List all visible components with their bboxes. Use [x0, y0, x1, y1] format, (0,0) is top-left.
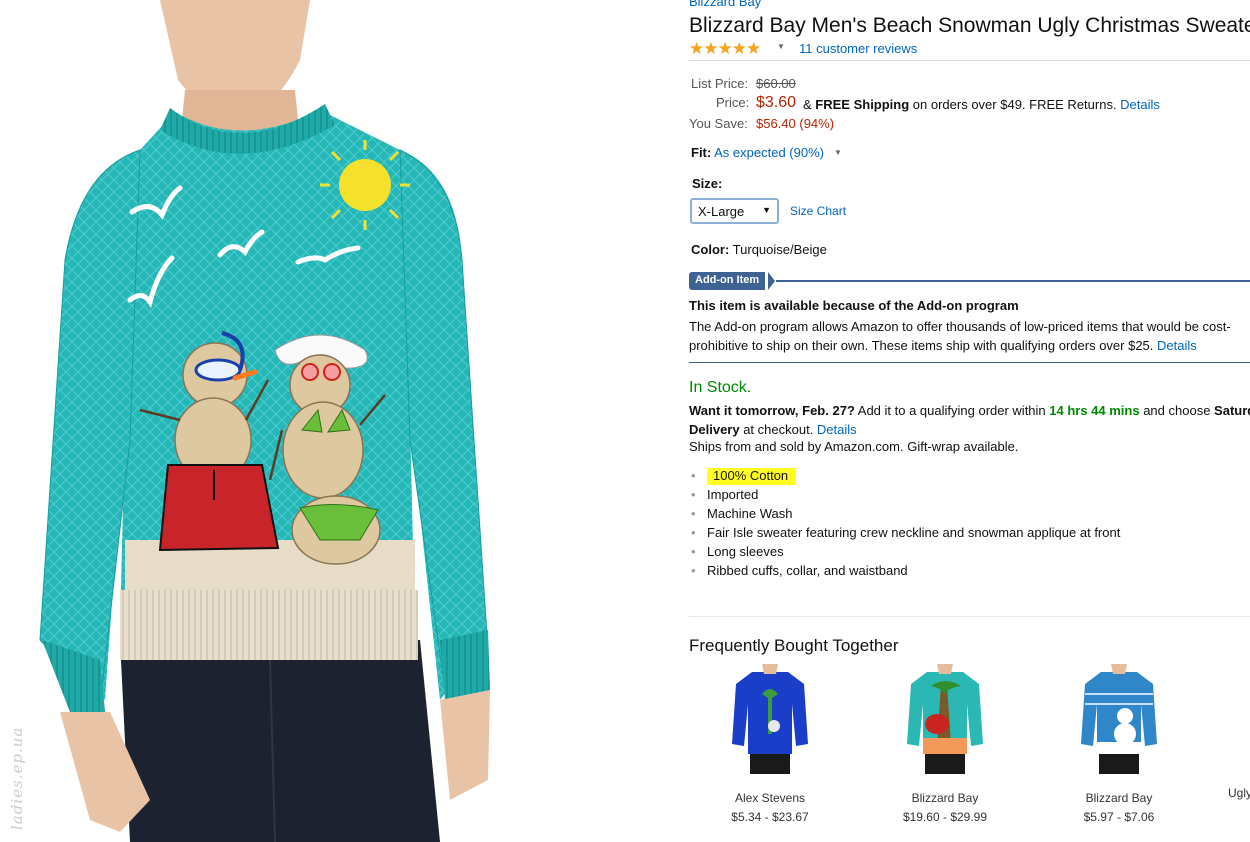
feature-item: Fair Isle sweater featuring crew necklin… [689, 523, 1120, 542]
addon-title: This item is available because of the Ad… [689, 298, 1019, 313]
feature-item: Long sleeves [689, 542, 1120, 561]
fbt-item-price: $5.97 - $7.06 [1083, 810, 1155, 824]
fbt-item-image[interactable] [732, 664, 808, 776]
shipping-details-link[interactable]: Details [1120, 97, 1160, 112]
you-save-value: $56.40 (94%) [756, 116, 835, 131]
fbt-item-price: $19.60 - $29.99 [902, 810, 988, 824]
fbt-item-image[interactable] [907, 664, 983, 776]
delivery-details-link[interactable]: Details [817, 422, 857, 437]
shipping-prefix: & [803, 97, 816, 112]
feature-item: Machine Wash [689, 504, 1120, 523]
fbt-item[interactable]: Blizzard Bay $19.60 - $29.99 [875, 664, 1015, 824]
fbt-item[interactable]: Alex Stevens $5.34 - $23.67 [700, 664, 840, 824]
delivery-info: Want it tomorrow, Feb. 27? Add it to a q… [689, 401, 1250, 439]
price-label: Price: [716, 95, 750, 110]
product-main-image[interactable]: ladies.ep.ua [0, 0, 500, 842]
addon-divider [776, 280, 1250, 282]
you-save-label: You Save: [689, 116, 748, 131]
fbt-title: Frequently Bought Together [689, 636, 899, 655]
addon-description: The Add-on program allows Amazon to offe… [689, 317, 1250, 355]
free-shipping-text: FREE Shipping [815, 97, 910, 112]
feature-item-highlighted: 100% Cotton [707, 468, 797, 485]
stock-status: In Stock. [689, 379, 752, 396]
divider [689, 616, 1250, 617]
delivery-checkout-text: at checkout. [739, 422, 817, 437]
fbt-item-name[interactable]: Ugly [1228, 786, 1250, 800]
addon-text: The Add-on program allows Amazon to offe… [689, 319, 1231, 353]
fbt-item-price: $5.34 - $23.67 [731, 810, 809, 824]
size-selected-value: X-Large [698, 204, 745, 219]
addon-details-link[interactable]: Details [1157, 338, 1197, 353]
chevron-down-icon[interactable]: ▼ [834, 148, 842, 157]
fbt-item[interactable]: Blizzard Bay $5.97 - $7.06 [1049, 664, 1189, 824]
product-title: Blizzard Bay Men's Beach Snowman Ugly Ch… [689, 14, 1250, 37]
fbt-item-name[interactable]: Blizzard Bay [1049, 791, 1189, 805]
feature-bullets: 100% Cotton Imported Machine Wash Fair I… [689, 466, 1120, 580]
fbt-item-name[interactable]: Alex Stevens [700, 791, 840, 805]
customer-reviews-link[interactable]: 11 customer reviews [799, 41, 917, 56]
size-label: Size: [692, 176, 723, 191]
shipping-info: & FREE Shipping on orders over $49. FREE… [803, 97, 1160, 112]
feature-item: Imported [689, 485, 1120, 504]
delivery-text: Add it to a qualifying order within [854, 403, 1050, 418]
feature-item: Ribbed cuffs, collar, and waistband [689, 561, 1120, 580]
fbt-item-name[interactable]: Blizzard Bay [875, 791, 1015, 805]
fit-row: Fit: As expected (90%) [691, 145, 824, 160]
addon-badge-arrow [768, 272, 775, 290]
chevron-down-icon: ▼ [762, 205, 771, 215]
delivery-date: Want it tomorrow, Feb. 27? [689, 403, 855, 418]
fbt-item-image[interactable] [1081, 664, 1157, 776]
size-chart-link[interactable]: Size Chart [790, 204, 846, 218]
color-row: Color: Turquoise/Beige [691, 242, 827, 257]
divider [689, 60, 1250, 61]
addon-divider-bottom [689, 362, 1250, 363]
list-price-value: $60.00 [756, 76, 796, 91]
watermark-text: ladies.ep.ua [8, 726, 26, 830]
size-select[interactable]: X-Large ▼ [690, 198, 779, 224]
fit-link[interactable]: As expected (90%) [714, 145, 824, 160]
price-value: $3.60 [756, 94, 797, 111]
color-label: Color: [691, 242, 730, 257]
feature-item: 100% Cotton [689, 466, 1120, 485]
brand-link[interactable]: Blizzard Bay [689, 0, 761, 9]
shipping-suffix: on orders over $49. FREE Returns. [909, 97, 1121, 112]
fit-label: Fit: [691, 145, 712, 160]
delivery-choose-text: and choose [1139, 403, 1215, 418]
addon-badge: Add-on Item [689, 272, 766, 290]
chevron-down-icon[interactable]: ▼ [777, 42, 785, 51]
color-value: Turquoise/Beige [732, 242, 827, 257]
delivery-countdown: 14 hrs 44 mins [1049, 403, 1140, 418]
list-price-label: List Price: [691, 76, 749, 91]
ships-from-text: Ships from and sold by Amazon.com. Gift-… [689, 439, 1019, 454]
rating-stars[interactable]: ★★★★★ [689, 39, 761, 59]
